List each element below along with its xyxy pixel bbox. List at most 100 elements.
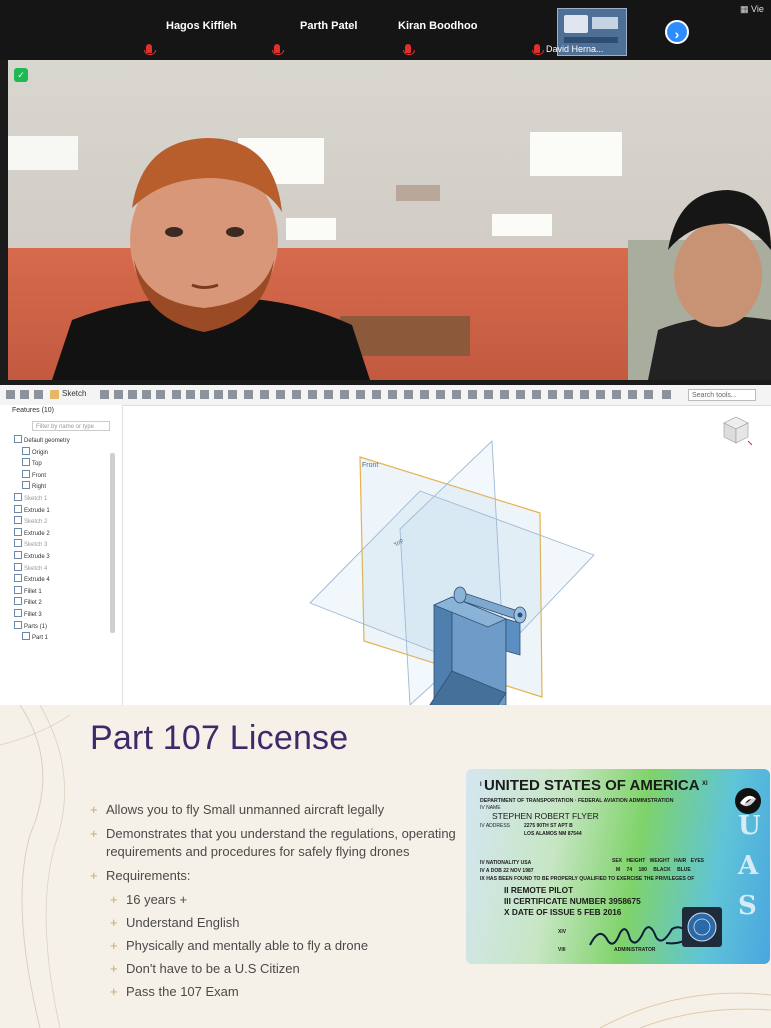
feature-list-item[interactable]: Parts (1): [14, 621, 47, 630]
measure-icon[interactable]: [436, 390, 445, 399]
participant-name[interactable]: Hagos Kiffleh: [166, 20, 237, 32]
hole-icon[interactable]: [228, 390, 237, 399]
license-address: 2275 90TH ST APT B: [524, 823, 573, 829]
thicken-icon[interactable]: [156, 390, 165, 399]
license-field-label: XIV: [558, 929, 567, 935]
dot-seal-icon: [682, 907, 722, 947]
loft-icon[interactable]: [142, 390, 151, 399]
wrap-icon[interactable]: [548, 390, 557, 399]
participant-person: [648, 190, 771, 380]
license-dob: IV A DOB 22 NOV 1987: [480, 868, 534, 874]
rib-icon[interactable]: [564, 390, 573, 399]
feature-list-item[interactable]: Fillet 1: [14, 586, 42, 595]
feature-list-item[interactable]: Extrude 2: [14, 528, 50, 537]
draft-icon[interactable]: [200, 390, 209, 399]
sweep-icon[interactable]: [128, 390, 137, 399]
license-uas-letter: U: [738, 811, 761, 841]
license-issue-date: X DATE OF ISSUE 5 FEB 2016: [504, 907, 622, 917]
more-tools-icon[interactable]: [662, 390, 671, 399]
pattern-icon[interactable]: [244, 390, 253, 399]
feature-list-item[interactable]: Right: [22, 481, 46, 490]
appearance-icon[interactable]: [468, 390, 477, 399]
mirror-icon[interactable]: [260, 390, 269, 399]
revolve-icon[interactable]: [114, 390, 123, 399]
feature-list-item[interactable]: Sketch 4: [14, 563, 47, 572]
participant-name[interactable]: Kiran Boodhoo: [398, 20, 477, 32]
license-uas-letter: S: [738, 891, 757, 921]
feature-list-item[interactable]: Fillet 2: [14, 597, 42, 606]
feature-list-item[interactable]: Fillet 3: [14, 609, 42, 618]
redo-icon[interactable]: [20, 390, 29, 399]
license-stats-header: SEX HEIGHT WEIGHT HAIR EYES: [612, 858, 705, 864]
sub-bullet-item: Physically and mentally able to fly a dr…: [110, 937, 470, 955]
feature-list-item[interactable]: Origin: [22, 447, 48, 456]
select-icon[interactable]: [34, 390, 43, 399]
feature-list-item[interactable]: Sketch 2: [14, 516, 47, 525]
undo-icon[interactable]: [6, 390, 15, 399]
delete-part-icon[interactable]: [612, 390, 621, 399]
pencil-icon[interactable]: [50, 390, 59, 399]
license-field-label: VIII: [558, 947, 566, 953]
frame-icon[interactable]: [420, 390, 429, 399]
feature-list-header: Features (10): [12, 407, 55, 414]
remote-pilot-license-card: I UNITED STATES OF AMERICA XI DEPARTMENT…: [466, 769, 770, 964]
replace-face-icon[interactable]: [596, 390, 605, 399]
derived-icon[interactable]: [532, 390, 541, 399]
mate-connector-icon[interactable]: [340, 390, 349, 399]
variable-icon[interactable]: [516, 390, 525, 399]
cad-viewport[interactable]: Front Top: [122, 405, 771, 705]
next-page-button[interactable]: ›: [665, 20, 689, 44]
split-icon[interactable]: [292, 390, 301, 399]
feature-list-item[interactable]: Extrude 4: [14, 574, 50, 583]
helix-icon[interactable]: [356, 390, 365, 399]
license-field-label: XI: [702, 781, 708, 787]
section-icon[interactable]: [452, 390, 461, 399]
faa-logo-icon: [735, 788, 761, 814]
sub-bullet-item: 16 years +: [110, 891, 470, 909]
view-cube[interactable]: [718, 413, 752, 447]
add-feature-icon[interactable]: [644, 390, 653, 399]
bullet-item: Demonstrates that you understand the reg…: [90, 825, 470, 861]
sheet-metal-icon[interactable]: [404, 390, 413, 399]
curve-icon[interactable]: [372, 390, 381, 399]
thumbnail-participant-name: David Herna...: [546, 44, 604, 54]
chevron-right-icon: ›: [674, 26, 680, 42]
bullet-item: Requirements:: [90, 867, 470, 885]
shell-icon[interactable]: [214, 390, 223, 399]
feature-list-item[interactable]: Extrude 1: [14, 505, 50, 514]
feature-list-item[interactable]: Front: [22, 470, 46, 479]
license-title: UNITED STATES OF AMERICA: [484, 777, 700, 794]
feature-list-item[interactable]: Default geometry: [14, 435, 70, 444]
boolean-icon[interactable]: [276, 390, 285, 399]
extrude-icon[interactable]: [100, 390, 109, 399]
license-stats-values: M 74 180 BLACK BLUE: [616, 867, 691, 873]
feature-list-item[interactable]: Top: [22, 458, 42, 467]
custom-feature-icon[interactable]: [628, 390, 637, 399]
plane-icon[interactable]: [324, 390, 333, 399]
feature-list-item[interactable]: Extrude 3: [14, 551, 50, 560]
feature-filter-input[interactable]: Filter by name or type: [32, 421, 110, 431]
slide-title: Part 107 License: [90, 719, 349, 757]
sketch-button[interactable]: Sketch: [62, 389, 86, 398]
surface-icon[interactable]: [388, 390, 397, 399]
presentation-slide: Part 107 License Allows you to fly Small…: [0, 705, 771, 1028]
feature-list-item[interactable]: Part 1: [22, 632, 48, 641]
participant-name[interactable]: Parth Patel: [300, 20, 357, 32]
signature-image: [589, 926, 692, 946]
transform-icon[interactable]: [308, 390, 317, 399]
feature-list-scrollbar[interactable]: [110, 453, 115, 633]
chamfer-icon[interactable]: [186, 390, 195, 399]
named-views-icon[interactable]: [484, 390, 493, 399]
move-face-icon[interactable]: [580, 390, 589, 399]
fillet-icon[interactable]: [172, 390, 181, 399]
feature-list-item[interactable]: Sketch 1: [14, 493, 47, 502]
explode-icon[interactable]: [500, 390, 509, 399]
view-menu-button[interactable]: ▦ Vie: [740, 4, 764, 15]
grid-icon: ▦: [740, 4, 749, 14]
license-qualification: IX HAS BEEN FOUND TO BE PROPERLY QUALIFI…: [480, 876, 695, 882]
search-tools-input[interactable]: Search tools...: [688, 389, 756, 401]
license-certificate-number: III CERTIFICATE NUMBER 3958675: [504, 896, 641, 906]
feature-list-item[interactable]: Sketch 3: [14, 539, 47, 548]
cad-editor: Sketch Search tools... Features (10) Fil…: [0, 385, 771, 705]
speaker-video: ✓: [8, 60, 771, 380]
